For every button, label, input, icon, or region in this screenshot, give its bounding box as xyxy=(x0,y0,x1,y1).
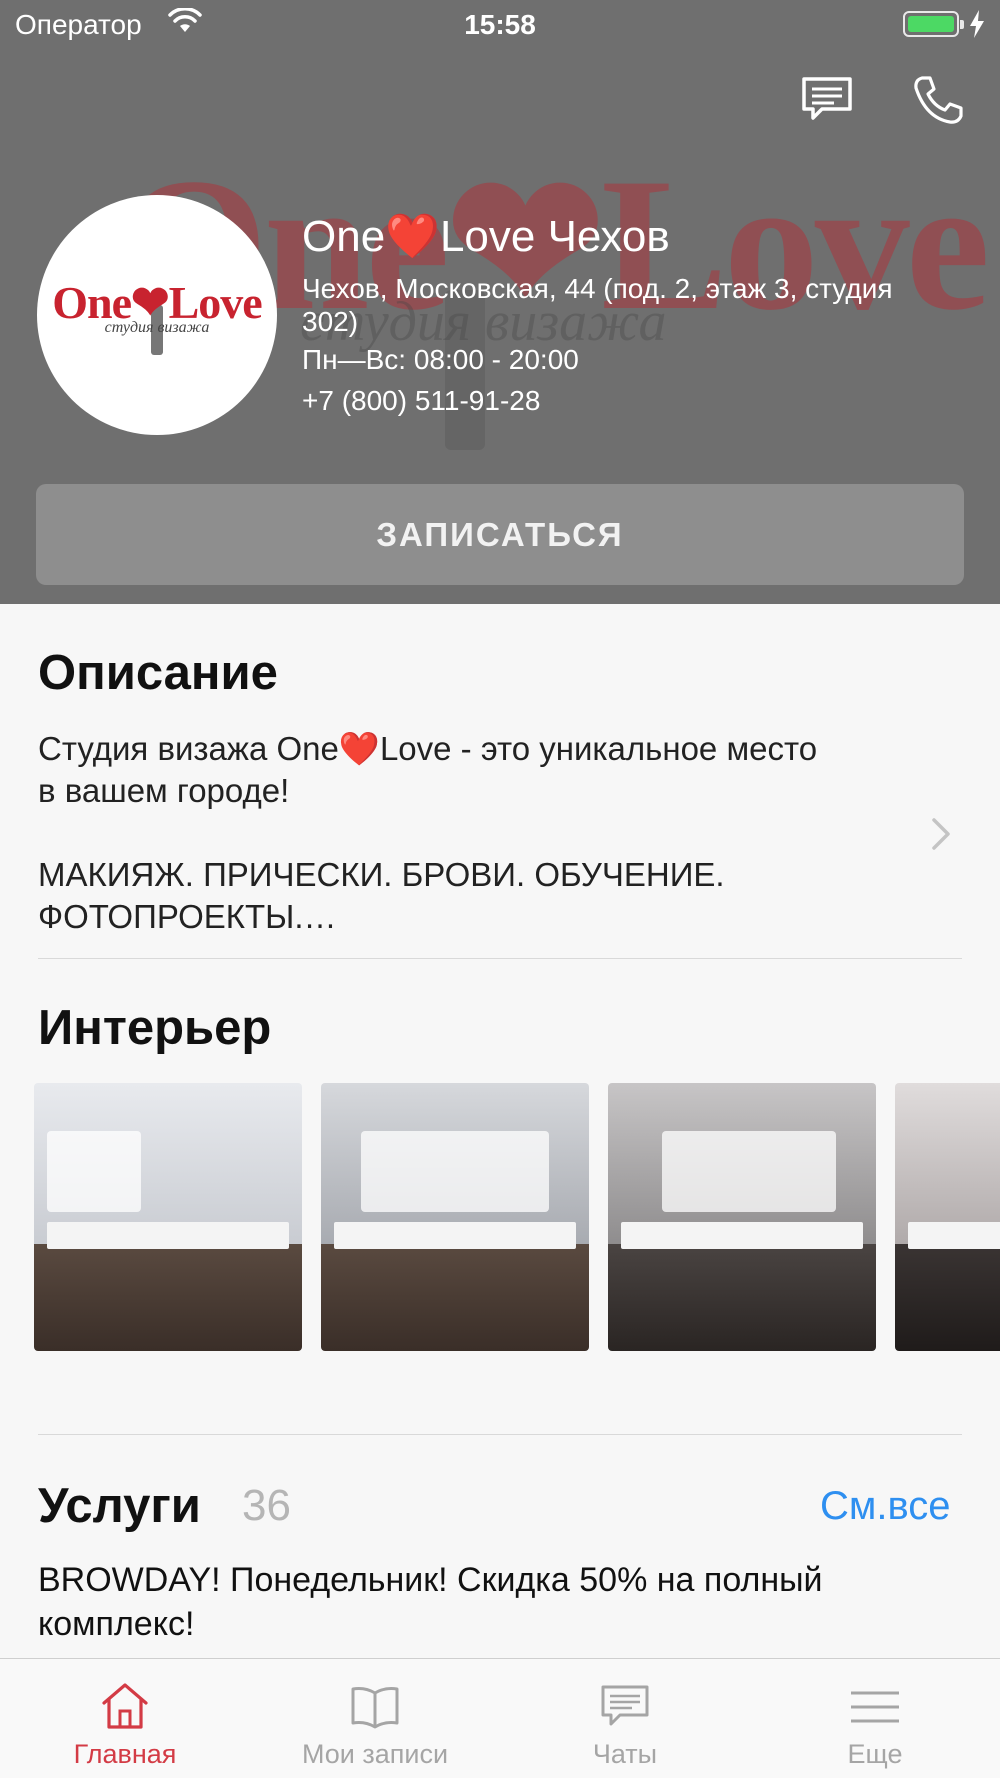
book-icon xyxy=(351,1687,399,1729)
status-time: 15:58 xyxy=(464,9,536,40)
description-title: Описание xyxy=(38,646,278,700)
service-item[interactable]: BROWDAY! Понедельник! Скидка 50% на полн… xyxy=(38,1558,898,1646)
tab-my-bookings[interactable]: Мои записи xyxy=(250,1659,500,1778)
description-text[interactable]: Студия визажа One❤️Love - это уникальное… xyxy=(38,728,838,938)
tab-label: Чаты xyxy=(592,1739,658,1769)
phone-icon[interactable] xyxy=(912,74,964,131)
avatar-logo-subtitle: студия визажа xyxy=(104,319,210,336)
divider xyxy=(38,1434,962,1435)
studio-address: Чехов, Московская, 44 (под. 2, этаж 3, с… xyxy=(302,273,893,337)
message-icon[interactable] xyxy=(800,75,854,128)
services-count: 36 xyxy=(242,1481,291,1530)
tab-more[interactable]: Еще xyxy=(750,1659,1000,1778)
tab-chats[interactable]: Чаты xyxy=(500,1659,750,1778)
battery-icon xyxy=(903,11,964,37)
description-paragraph-1: Студия визажа One❤️Love - это уникальное… xyxy=(38,730,818,809)
home-icon xyxy=(102,1683,148,1729)
interior-gallery[interactable] xyxy=(34,1083,1000,1351)
interior-photo[interactable] xyxy=(34,1083,302,1351)
studio-phone[interactable]: +7 (800) 511-91-28 xyxy=(302,385,540,417)
tab-label: Еще xyxy=(847,1739,903,1769)
studio-name: One❤️Love Чехов xyxy=(302,212,670,261)
services-title: Услуги xyxy=(38,1479,201,1533)
tab-bar: Главная Мои записи Чаты Еще xyxy=(0,1658,1000,1778)
see-all-link[interactable]: См.все xyxy=(820,1484,951,1529)
tab-label: Главная xyxy=(73,1739,177,1769)
studio-hours: Пн—Вс: 08:00 - 20:00 xyxy=(302,344,579,375)
studio-avatar: One❤Love студия визажа xyxy=(37,195,277,435)
interior-title: Интерьер xyxy=(38,1001,272,1055)
tab-home[interactable]: Главная xyxy=(0,1659,250,1778)
description-paragraph-2: МАКИЯЖ. ПРИЧЕСКИ. БРОВИ. ОБУЧЕНИЕ. ФОТОП… xyxy=(38,856,725,935)
status-bar: Оператор 15:58 xyxy=(0,0,1000,50)
menu-icon xyxy=(851,1691,899,1723)
interior-photo[interactable] xyxy=(321,1083,589,1351)
charging-icon xyxy=(968,9,986,46)
tab-label: Мои записи xyxy=(301,1739,449,1769)
interior-photo[interactable] xyxy=(608,1083,876,1351)
chevron-right-icon[interactable] xyxy=(930,816,952,857)
chat-icon xyxy=(601,1685,649,1726)
divider xyxy=(38,958,962,959)
studio-header: One❤Love студия визажа Оператор 15:58 On… xyxy=(0,0,1000,604)
interior-photo[interactable] xyxy=(895,1083,1000,1351)
book-button[interactable]: ЗАПИСАТЬСЯ xyxy=(36,484,964,585)
